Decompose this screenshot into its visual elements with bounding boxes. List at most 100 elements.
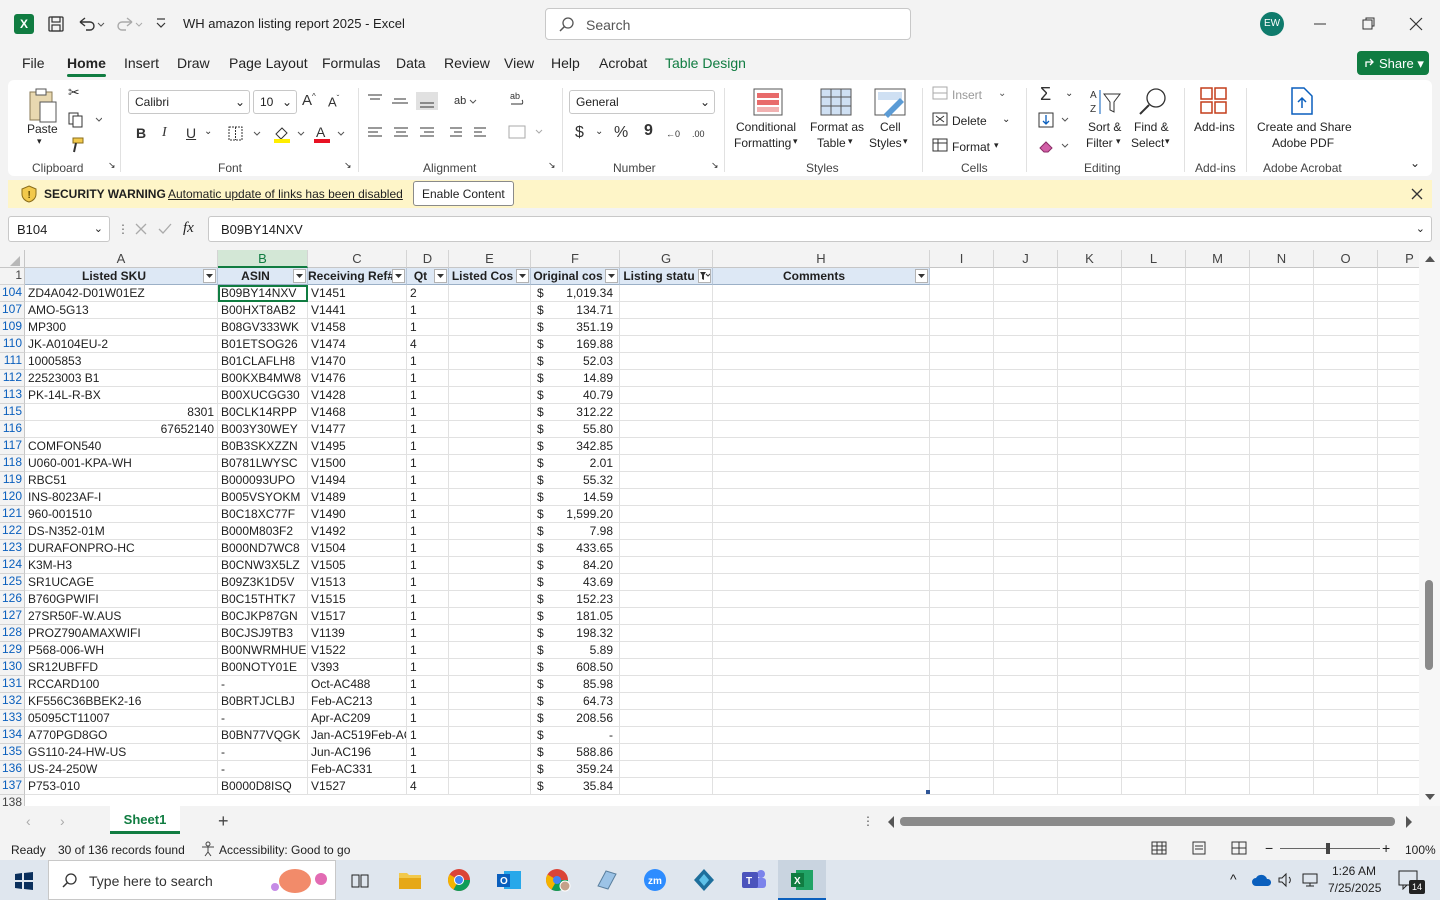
cell-f[interactable]: $351.19 [531,319,620,336]
cell-g[interactable] [620,472,713,489]
grid-cell[interactable] [994,693,1058,710]
create-share-pdf-button[interactable]: Create and Share [1257,120,1352,134]
grid-cell[interactable] [1058,489,1122,506]
grid-cell[interactable] [1186,370,1250,387]
cell-d[interactable]: 1 [407,455,449,472]
grid-cell[interactable] [1186,608,1250,625]
cell-a[interactable]: K3M-H3 [25,557,218,574]
cell-e[interactable] [449,625,531,642]
grid-cell[interactable] [1250,659,1314,676]
grid-cell[interactable] [1122,302,1186,319]
tab-draw[interactable]: Draw [177,55,210,71]
cell-c[interactable]: V1428 [308,387,407,404]
tab-table-design[interactable]: Table Design [665,55,746,71]
insert-cells-button[interactable]: Insert [952,88,982,102]
row-header[interactable]: 133 [0,710,25,727]
cell-c[interactable]: Jan-AC519Feb-AC4 [308,727,407,744]
grid-cell[interactable] [994,353,1058,370]
row-header[interactable]: 104 [0,285,25,302]
grid-cell[interactable] [1314,472,1378,489]
column-header-o[interactable]: O [1314,250,1378,268]
find-select-button[interactable]: Find & [1134,120,1169,134]
sort-filter-dropdown-icon[interactable]: ▾ [1116,136,1121,147]
cell-g[interactable] [620,370,713,387]
grid-cell[interactable] [1314,591,1378,608]
cell-d[interactable]: 1 [407,472,449,489]
cell-a[interactable]: AMO-5G13 [25,302,218,319]
cell-a[interactable]: US-24-250W [25,761,218,778]
grid-cell[interactable] [994,472,1058,489]
cell-h[interactable] [713,557,930,574]
zoom-slider-thumb[interactable] [1326,843,1330,854]
cell-f[interactable]: $342.85 [531,438,620,455]
row-header[interactable]: 107 [0,302,25,319]
grid-cell[interactable] [930,472,994,489]
grid-cell[interactable] [1186,710,1250,727]
grid-cell[interactable] [1314,421,1378,438]
grid-cell[interactable] [1058,336,1122,353]
grid-cell[interactable] [1186,693,1250,710]
grid-cell[interactable] [994,540,1058,557]
cell-a[interactable]: MP300 [25,319,218,336]
tab-home[interactable]: Home [67,55,106,77]
row-header[interactable]: 112 [0,370,25,387]
create-pdf-icon[interactable] [1288,86,1316,116]
cell-d[interactable]: 1 [407,438,449,455]
font-name-select[interactable]: Calibri ⌄ [128,90,250,114]
cell-h[interactable] [713,472,930,489]
grid-cell[interactable] [1314,353,1378,370]
row-header[interactable]: 120 [0,489,25,506]
cell-b[interactable]: B003Y30WEY [218,421,308,438]
cell-c[interactable]: V1468 [308,404,407,421]
column-header-n[interactable]: N [1250,250,1314,268]
cell-f[interactable]: $ - [531,727,620,744]
cell-b[interactable]: - [218,761,308,778]
cell-h[interactable] [713,438,930,455]
table-header-cell[interactable]: Listed SKU [25,268,218,285]
cell-g[interactable] [620,778,713,795]
grid-cell[interactable] [994,438,1058,455]
cell-a[interactable]: A770PGD8GO [25,727,218,744]
grid-cell[interactable] [1250,404,1314,421]
grid-cell[interactable] [1058,472,1122,489]
comma-format-button[interactable]: 9 [644,122,653,140]
cell-e[interactable] [449,353,531,370]
cell-b[interactable]: B00HXT8AB2 [218,302,308,319]
tab-view[interactable]: View [504,55,534,71]
cell-d[interactable]: 1 [407,710,449,727]
scroll-right-icon[interactable] [1404,816,1414,828]
cell-f[interactable]: $43.69 [531,574,620,591]
grid-cell[interactable] [1250,302,1314,319]
close-icon[interactable] [1406,14,1426,34]
row-header[interactable]: 109 [0,319,25,336]
grid-cell[interactable] [994,710,1058,727]
cell-c[interactable]: V1474 [308,336,407,353]
cell-d[interactable]: 1 [407,353,449,370]
increase-font-icon[interactable]: A^ [302,92,316,109]
cell-f[interactable]: $208.56 [531,710,620,727]
grid-cell[interactable] [930,319,994,336]
cell-c[interactable]: Feb-AC213 [308,693,407,710]
column-header-b[interactable]: B [218,250,308,268]
cell-g[interactable] [620,574,713,591]
grid-cell[interactable] [994,489,1058,506]
cell-d[interactable]: 2 [407,285,449,302]
grid-cell[interactable] [1122,353,1186,370]
column-header-h[interactable]: H [713,250,930,268]
grid-cell[interactable] [1186,421,1250,438]
grid-cell[interactable] [1058,370,1122,387]
grid-cell[interactable] [1314,727,1378,744]
filter-dropdown-icon[interactable] [434,269,447,283]
vertical-scrollbar[interactable] [1419,250,1440,806]
cell-d[interactable]: 4 [407,336,449,353]
cell-d[interactable]: 1 [407,574,449,591]
grid-cell[interactable] [1250,574,1314,591]
cell-a[interactable]: 05095CT11007 [25,710,218,727]
grid-cell[interactable] [1122,319,1186,336]
cell-c[interactable]: V1451 [308,285,407,302]
cell-h[interactable] [713,744,930,761]
grid-cell[interactable] [994,268,1058,285]
cell-d[interactable]: 1 [407,387,449,404]
grid-cell[interactable] [1186,540,1250,557]
cell-c[interactable]: V1139 [308,625,407,642]
